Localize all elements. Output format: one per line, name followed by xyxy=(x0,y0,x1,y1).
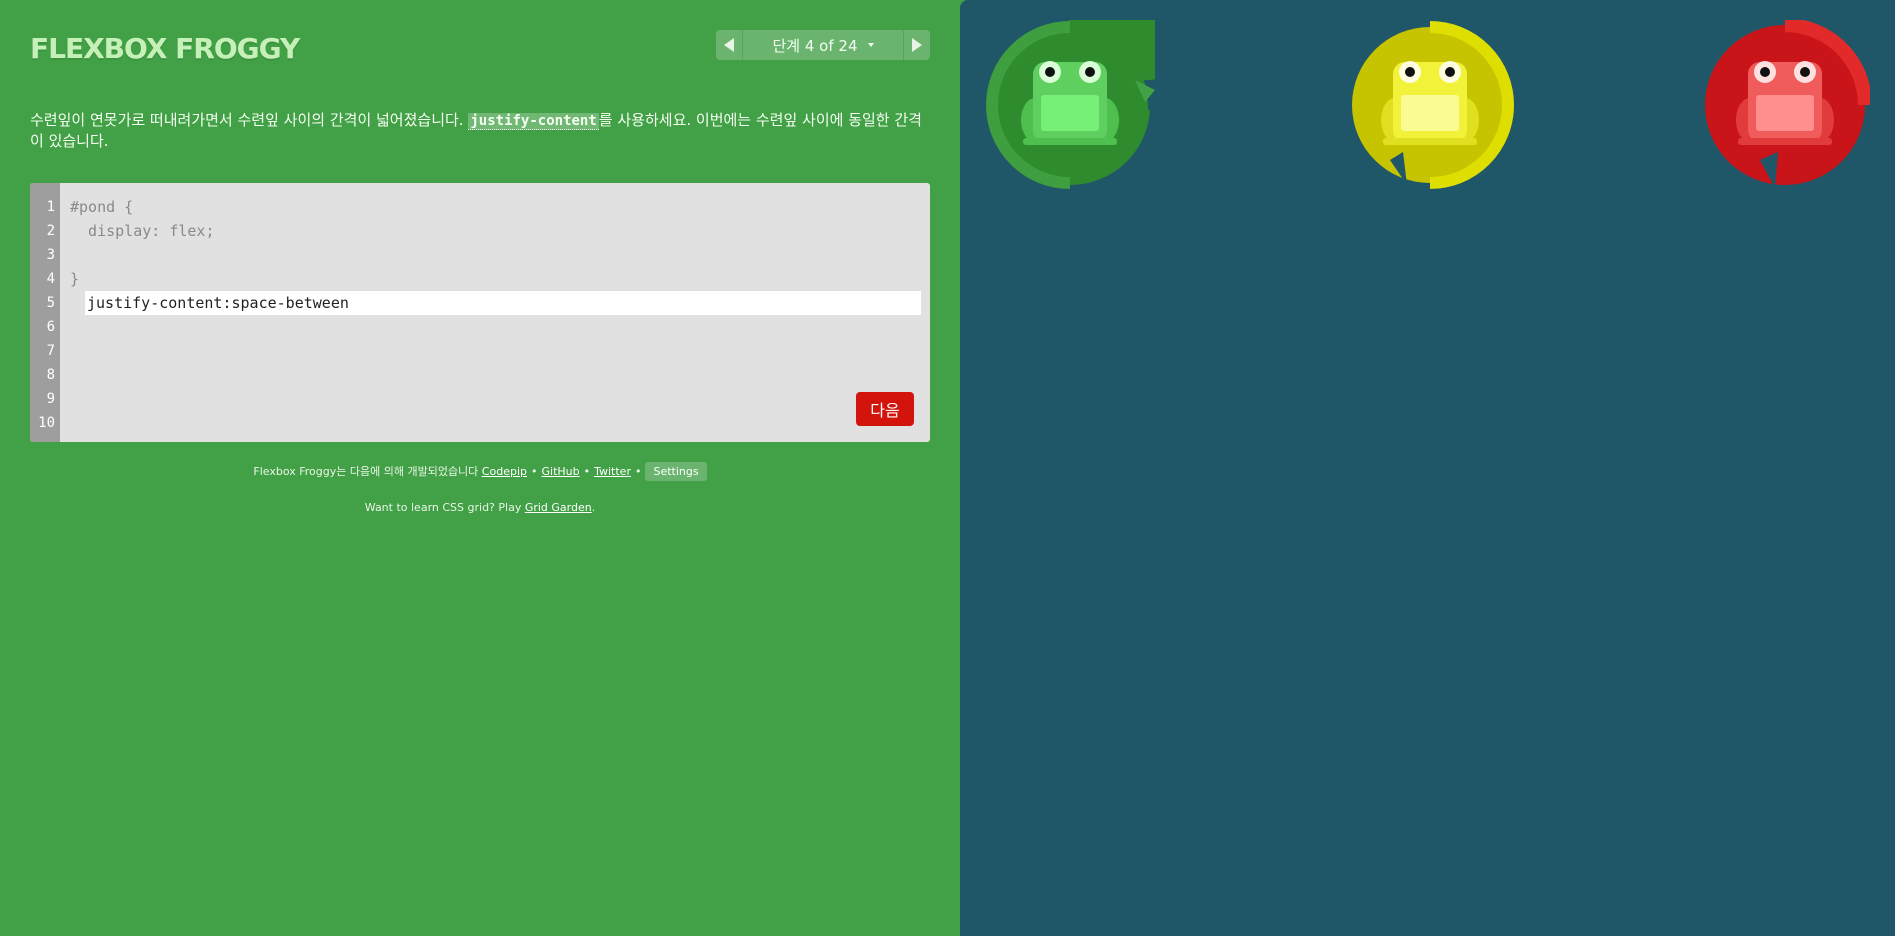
bullet-separator: • xyxy=(634,465,642,478)
triangle-right-icon xyxy=(912,38,922,52)
yellow-frog-icon xyxy=(1381,61,1479,145)
promo-text: Want to learn CSS grid? Play xyxy=(364,501,525,514)
line-number: 2 xyxy=(46,223,55,239)
github-link[interactable]: GitHub xyxy=(541,465,579,478)
code-line-4: } xyxy=(70,270,80,288)
line-number: 3 xyxy=(46,247,55,263)
bullet-separator: • xyxy=(530,465,538,478)
level-indicator[interactable]: 단계 4 of 24 xyxy=(743,30,903,60)
settings-button[interactable]: Settings xyxy=(645,462,707,481)
instructions: 수련잎이 연못가로 떠내려가면서 수련잎 사이의 간격이 넓어졌습니다. jus… xyxy=(30,110,930,151)
line-number: 7 xyxy=(46,343,55,359)
code-editor: 1 2 3 4 5 6 7 8 9 10 #pond { display: fl… xyxy=(30,183,930,442)
code-line-2: display: flex; xyxy=(70,222,215,240)
promo-suffix: . xyxy=(591,501,596,514)
yellow-lilypad xyxy=(1352,21,1514,189)
caret-down-icon xyxy=(867,43,874,47)
line-number-gutter: 1 2 3 4 5 6 7 8 9 10 xyxy=(30,183,60,442)
line-number: 4 xyxy=(46,271,55,287)
code-line-3 xyxy=(70,243,921,315)
grid-garden-promo: Want to learn CSS grid? Play Grid Garden… xyxy=(30,501,930,514)
pond xyxy=(960,0,1895,936)
level-nav: 단계 4 of 24 xyxy=(716,30,930,60)
level-label: 단계 4 of 24 xyxy=(772,36,858,55)
line-number: 6 xyxy=(46,319,55,335)
line-number: 9 xyxy=(46,391,55,407)
code-line-1: #pond { xyxy=(70,198,134,216)
green-frog-icon xyxy=(1021,61,1119,145)
code-help-term[interactable]: justify-content xyxy=(468,113,599,130)
line-number: 10 xyxy=(38,415,55,431)
line-number: 8 xyxy=(46,367,55,383)
codepip-link[interactable]: Codepip xyxy=(482,465,527,478)
line-number: 5 xyxy=(46,295,55,311)
logo: FLEXBOX FROGGY xyxy=(30,32,300,65)
twitter-link[interactable]: Twitter xyxy=(594,465,631,478)
bullet-separator: • xyxy=(583,465,591,478)
green-lilypad xyxy=(986,20,1155,189)
next-level-button[interactable] xyxy=(903,30,930,60)
previous-level-button[interactable] xyxy=(716,30,743,60)
instructions-text-before: 수련잎이 연못가로 떠내려가면서 수련잎 사이의 간격이 넓어졌습니다. xyxy=(30,111,469,129)
red-lilypad xyxy=(1705,20,1870,188)
next-button[interactable]: 다음 xyxy=(856,392,914,426)
css-code-input[interactable] xyxy=(85,291,921,315)
code-area: #pond { display: flex; } xyxy=(70,195,921,315)
triangle-left-icon xyxy=(724,38,734,52)
grid-garden-link[interactable]: Grid Garden xyxy=(525,501,592,514)
credits: Flexbox Froggy는 다음에 의해 개발되었습니다 Codepip • G… xyxy=(30,462,930,481)
line-number: 1 xyxy=(46,199,55,215)
red-frog-icon xyxy=(1736,61,1834,145)
sidebar: FLEXBOX FROGGY 단계 4 of 24 수련잎이 연못가로 떠내려가… xyxy=(0,0,960,936)
credits-text: Flexbox Froggy는 다음에 의해 개발되었습니다 xyxy=(253,465,482,478)
header: FLEXBOX FROGGY 단계 4 of 24 xyxy=(30,30,930,74)
